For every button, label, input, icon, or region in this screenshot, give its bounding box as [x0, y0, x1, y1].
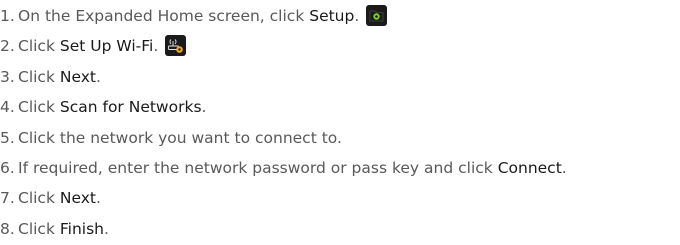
- step-punctuation: .: [95, 189, 101, 208]
- step-1: 1. On the Expanded Home screen, click Se…: [0, 1, 680, 31]
- step-punctuation: .: [354, 7, 360, 25]
- ui-term-set-up-wifi: Set Up Wi-Fi: [59, 37, 154, 56]
- step-number: 8.: [0, 219, 15, 238]
- step-text: Click the network you want to connect to…: [18, 128, 342, 147]
- step-5: 5. Click the network you want to connect…: [0, 123, 680, 153]
- ui-term-next: Next: [59, 189, 96, 208]
- step-text: On the Expanded Home screen, click: [18, 7, 310, 25]
- step-number: 7.: [0, 189, 15, 208]
- ui-term-setup: Setup: [309, 7, 355, 25]
- step-text: Click: [18, 189, 60, 208]
- step-punctuation: .: [561, 158, 567, 177]
- step-3: 3. Click Next .: [0, 62, 680, 92]
- wifi-router-gear-icon: [165, 35, 187, 57]
- ui-term-connect: Connect: [497, 158, 562, 177]
- step-4: 4. Click Scan for Networks .: [0, 92, 680, 122]
- step-text: Click: [18, 37, 60, 56]
- step-punctuation: .: [153, 37, 159, 56]
- step-text: Click: [18, 219, 60, 238]
- step-text: If required, enter the network password …: [18, 158, 498, 177]
- step-text: Click: [18, 67, 60, 86]
- setup-icon: [366, 4, 388, 26]
- step-2: 2. Click Set Up Wi-Fi .: [0, 31, 680, 61]
- step-number: 4.: [0, 98, 15, 117]
- step-text: Click: [18, 98, 60, 117]
- step-7: 7. Click Next .: [0, 183, 680, 213]
- step-6: 6. If required, enter the network passwo…: [0, 153, 680, 183]
- step-number: 1.: [0, 7, 15, 25]
- step-punctuation: .: [104, 219, 109, 238]
- step-8: 8. Click Finish .: [0, 214, 680, 244]
- step-number: 3.: [0, 67, 15, 86]
- ui-term-scan-for-networks: Scan for Networks: [59, 98, 202, 117]
- setup-wifi-steps: 1. On the Expanded Home screen, click Se…: [0, 1, 680, 244]
- step-number: 2.: [0, 37, 15, 56]
- step-punctuation: .: [201, 98, 207, 117]
- ui-term-next: Next: [59, 67, 96, 86]
- ui-term-finish: Finish: [59, 219, 104, 238]
- step-number: 6.: [0, 158, 15, 177]
- step-punctuation: .: [95, 67, 101, 86]
- step-number: 5.: [0, 128, 15, 147]
